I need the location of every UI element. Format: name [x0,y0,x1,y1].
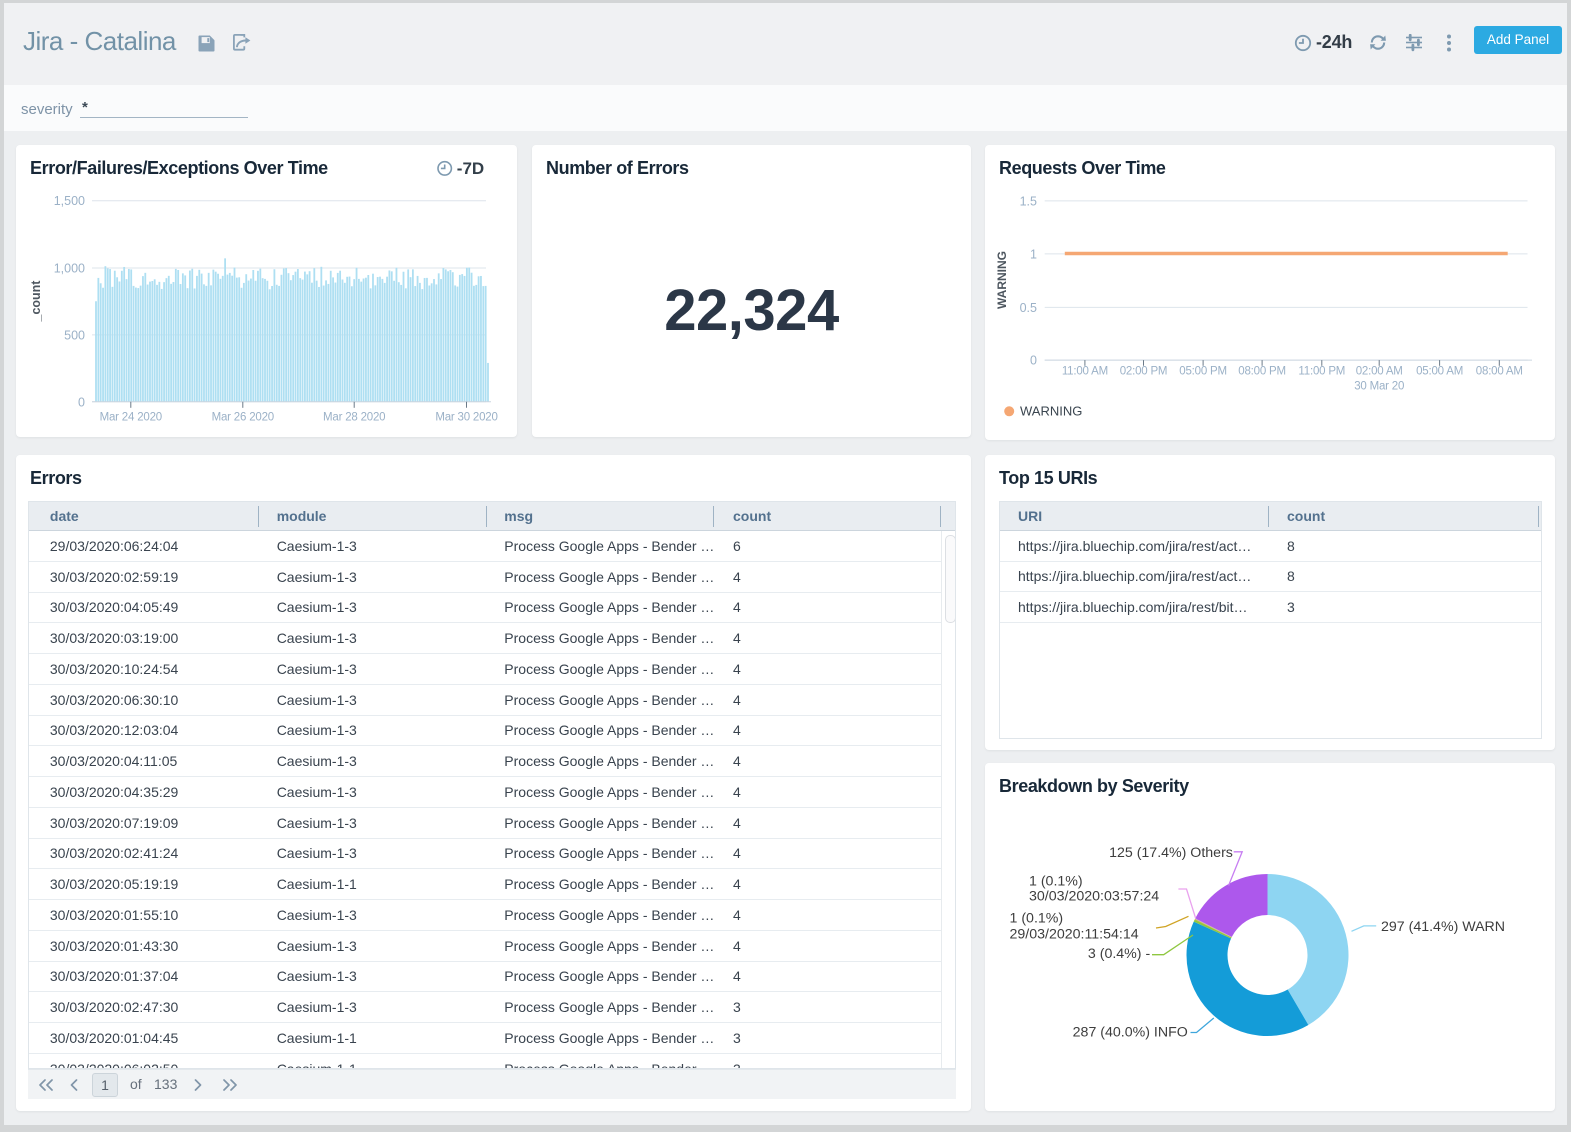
svg-text:3 (0.4%) -: 3 (0.4%) - [1088,946,1151,962]
svg-text:Mar 24 2020: Mar 24 2020 [100,411,162,423]
svg-text:11:00 PM: 11:00 PM [1298,366,1345,378]
svg-text:WARNING: WARNING [995,251,1009,309]
svg-text:1 (0.1%): 1 (0.1%) [1010,911,1064,927]
svg-text:30/03/2020:03:57:24: 30/03/2020:03:57:24 [1029,889,1159,905]
svg-text:02:00 PM: 02:00 PM [1120,366,1168,378]
svg-text:0: 0 [1030,354,1037,368]
svg-text:Mar 28 2020: Mar 28 2020 [323,411,385,423]
svg-text:0: 0 [78,395,85,409]
svg-text:11:00 AM: 11:00 AM [1062,366,1108,378]
svg-text:500: 500 [64,328,85,342]
svg-text:1 (0.1%): 1 (0.1%) [1029,874,1083,890]
svg-text:WARNING: WARNING [1020,404,1082,419]
svg-text:08:00 PM: 08:00 PM [1238,366,1286,378]
svg-text:08:00 AM: 08:00 AM [1476,366,1523,378]
svg-text:1: 1 [1030,247,1037,261]
svg-text:-7D: -7D [457,159,484,178]
svg-text:Mar 26 2020: Mar 26 2020 [212,411,274,423]
svg-text:05:00 AM: 05:00 AM [1416,366,1463,378]
svg-text:02:00 AM: 02:00 AM [1356,366,1403,378]
svg-text:1,000: 1,000 [54,262,85,276]
svg-text:287 (40.0%) INFO: 287 (40.0%) INFO [1073,1024,1188,1040]
svg-text:0.5: 0.5 [1020,301,1037,315]
svg-text:1,500: 1,500 [54,194,85,208]
svg-text:29/03/2020:11:54:14: 29/03/2020:11:54:14 [1010,927,1139,943]
svg-text:Mar 30 2020: Mar 30 2020 [435,411,497,423]
svg-text:_count: _count [29,280,43,323]
svg-text:125 (17.4%) Others: 125 (17.4%) Others [1109,845,1233,861]
svg-text:05:00 PM: 05:00 PM [1179,366,1227,378]
svg-text:30 Mar 20: 30 Mar 20 [1354,381,1404,393]
svg-text:297 (41.4%) WARN: 297 (41.4%) WARN [1381,919,1505,935]
svg-text:1.5: 1.5 [1020,194,1037,208]
